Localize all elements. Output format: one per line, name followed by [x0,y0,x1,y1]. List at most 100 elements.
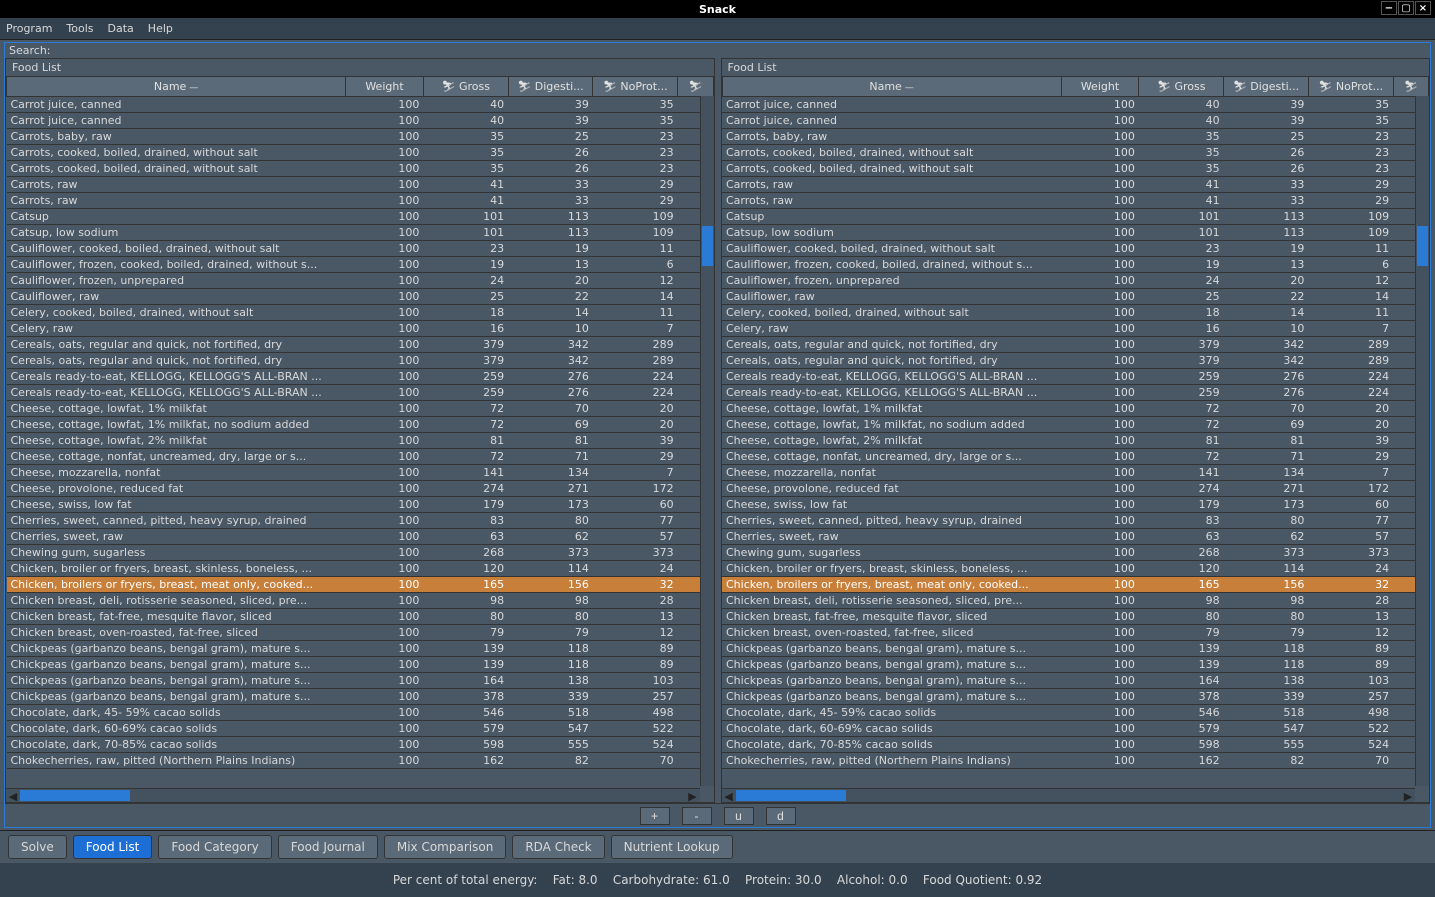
table-row[interactable]: Carrots, cooked, boiled, drained, withou… [722,161,1429,177]
col-weight[interactable]: Weight [1061,77,1139,97]
tab-nutrient-lookup[interactable]: Nutrient Lookup [611,835,733,859]
col-name[interactable]: Name— [7,77,346,97]
table-row[interactable]: Cauliflower, raw100252214 [7,289,714,305]
table-row[interactable]: Chickpeas (garbanzo beans, bengal gram),… [7,689,714,705]
col-name[interactable]: Name— [722,77,1061,97]
table-row[interactable]: Cauliflower, raw100252214 [722,289,1429,305]
table-row[interactable]: Cheese, cottage, nonfat, uncreamed, dry,… [7,449,714,465]
vscroll-thumb[interactable] [702,226,713,266]
table-row[interactable]: Carrots, raw100413329 [722,177,1429,193]
table-row[interactable]: Carrots, baby, raw100352523 [7,129,714,145]
scroll-right-icon[interactable]: ▶ [1401,789,1415,802]
table-row[interactable]: Cheese, cottage, lowfat, 1% milkfat10072… [7,401,714,417]
table-row[interactable]: Cereals ready-to-eat, KELLOGG, KELLOGG'S… [722,385,1429,401]
table-row[interactable]: Carrots, baby, raw100352523 [722,129,1429,145]
tab-food-category[interactable]: Food Category [158,835,271,859]
table-row[interactable]: Cheese, cottage, lowfat, 1% milkfat10072… [722,401,1429,417]
table-row[interactable]: Cereals, oats, regular and quick, not fo… [7,353,714,369]
maximize-icon[interactable]: ▢ [1398,1,1414,15]
tab-food-journal[interactable]: Food Journal [278,835,378,859]
table-row[interactable]: Carrot juice, canned100403935 [7,113,714,129]
hscrollbar-right[interactable]: ◀ ▶ [722,788,1416,802]
table-row[interactable]: Chicken breast, deli, rotisserie seasone… [722,593,1429,609]
col-digest[interactable]: ⛷ Digesti... [508,77,593,97]
table-row[interactable]: Chicken, broiler or fryers, breast, skin… [722,561,1429,577]
table-row[interactable]: Carrots, cooked, boiled, drained, withou… [722,145,1429,161]
table-row[interactable]: Carrot juice, canned100403935 [722,97,1429,113]
table-row[interactable]: Cheese, cottage, lowfat, 1% milkfat, no … [722,417,1429,433]
table-row[interactable]: Chickpeas (garbanzo beans, bengal gram),… [722,641,1429,657]
table-row[interactable]: Cereals ready-to-eat, KELLOGG, KELLOGG'S… [722,369,1429,385]
table-row[interactable]: Cheese, cottage, lowfat, 2% milkfat10081… [722,433,1429,449]
table-row[interactable]: Chicken breast, fat-free, mesquite flavo… [722,609,1429,625]
table-row[interactable]: Catsup, low sodium100101113109 [7,225,714,241]
table-row[interactable]: Cauliflower, frozen, cooked, boiled, dra… [722,257,1429,273]
table-row[interactable]: Chewing gum, sugarless100268373373 [722,545,1429,561]
table-row[interactable]: Chicken, broilers or fryers, breast, mea… [7,577,714,593]
table-row[interactable]: Carrot juice, canned100403935 [7,97,714,113]
table-row[interactable]: Cheese, swiss, low fat10017917360 [722,497,1429,513]
hscrollbar-left[interactable]: ◀ ▶ [6,788,700,802]
table-row[interactable]: Carrots, cooked, boiled, drained, withou… [7,145,714,161]
table-row[interactable]: Chocolate, dark, 70-85% cacao solids1005… [722,737,1429,753]
menu-data[interactable]: Data [108,22,134,35]
table-row[interactable]: Chocolate, dark, 70-85% cacao solids1005… [7,737,714,753]
vscroll-thumb[interactable] [1417,226,1428,266]
table-row[interactable]: Chewing gum, sugarless100268373373 [7,545,714,561]
table-row[interactable]: Chokecherries, raw, pitted (Northern Pla… [7,753,714,769]
table-row[interactable]: Chickpeas (garbanzo beans, bengal gram),… [7,641,714,657]
close-icon[interactable]: × [1415,1,1431,15]
scroll-left-icon[interactable]: ◀ [6,789,20,802]
table-row[interactable]: Chickpeas (garbanzo beans, bengal gram),… [722,689,1429,705]
table-row[interactable]: Cherries, sweet, raw100636257 [722,529,1429,545]
table-row[interactable]: Cereals ready-to-eat, KELLOGG, KELLOGG'S… [7,369,714,385]
tab-solve[interactable]: Solve [8,835,67,859]
table-row[interactable]: Carrots, raw100413329 [7,193,714,209]
table-row[interactable]: Cauliflower, cooked, boiled, drained, wi… [7,241,714,257]
table-row[interactable]: Cheese, cottage, lowfat, 2% milkfat10081… [7,433,714,449]
table-row[interactable]: Cherries, sweet, canned, pitted, heavy s… [722,513,1429,529]
table-row[interactable]: Cereals, oats, regular and quick, not fo… [7,337,714,353]
table-row[interactable]: Celery, cooked, boiled, drained, without… [7,305,714,321]
table-row[interactable]: Cereals, oats, regular and quick, not fo… [722,337,1429,353]
table-row[interactable]: Chickpeas (garbanzo beans, bengal gram),… [7,657,714,673]
table-row[interactable]: Chokecherries, raw, pitted (Northern Pla… [722,753,1429,769]
table-row[interactable]: Cauliflower, frozen, cooked, boiled, dra… [7,257,714,273]
table-row[interactable]: Chocolate, dark, 60-69% cacao solids1005… [722,721,1429,737]
scroll-left-icon[interactable]: ◀ [722,789,736,802]
table-row[interactable]: Cauliflower, frozen, unprepared100242012 [722,273,1429,289]
table-row[interactable]: Cheese, cottage, nonfat, uncreamed, dry,… [722,449,1429,465]
table-row[interactable]: Celery, raw10016107 [722,321,1429,337]
col-last[interactable]: ⛷ [1393,77,1428,97]
col-weight[interactable]: Weight [346,77,424,97]
vscrollbar-left[interactable] [700,96,714,786]
u-button[interactable]: u [724,807,754,825]
table-row[interactable]: Cheese, mozzarella, nonfat1001411347 [722,465,1429,481]
col-gross[interactable]: ⛷ Gross [1139,77,1224,97]
tab-food-list[interactable]: Food List [73,835,153,859]
col-gross[interactable]: ⛷ Gross [423,77,508,97]
table-row[interactable]: Cheese, provolone, reduced fat1002742711… [7,481,714,497]
table-row[interactable]: Cereals ready-to-eat, KELLOGG, KELLOGG'S… [7,385,714,401]
table-row[interactable]: Celery, cooked, boiled, drained, without… [722,305,1429,321]
table-row[interactable]: Chocolate, dark, 45- 59% cacao solids100… [7,705,714,721]
tab-mix-comparison[interactable]: Mix Comparison [384,835,506,859]
table-row[interactable]: Chicken breast, oven-roasted, fat-free, … [7,625,714,641]
d-button[interactable]: d [766,807,796,825]
minimize-icon[interactable]: − [1381,1,1397,15]
vscrollbar-right[interactable] [1415,96,1429,786]
table-row[interactable]: Cherries, sweet, canned, pitted, heavy s… [7,513,714,529]
table-row[interactable]: Chickpeas (garbanzo beans, bengal gram),… [722,673,1429,689]
table-row[interactable]: Cauliflower, frozen, unprepared100242012 [7,273,714,289]
minus-button[interactable]: - [682,807,712,825]
col-noprot[interactable]: ⛷ NoProt... [593,77,678,97]
table-row[interactable]: Catsup100101113109 [7,209,714,225]
menu-tools[interactable]: Tools [66,22,93,35]
table-row[interactable]: Cheese, swiss, low fat10017917360 [7,497,714,513]
hscroll-thumb[interactable] [20,790,130,801]
table-row[interactable]: Chicken, broilers or fryers, breast, mea… [722,577,1429,593]
menu-help[interactable]: Help [148,22,173,35]
table-row[interactable]: Carrot juice, canned100403935 [722,113,1429,129]
hscroll-thumb[interactable] [736,790,846,801]
plus-button[interactable]: + [640,807,670,825]
